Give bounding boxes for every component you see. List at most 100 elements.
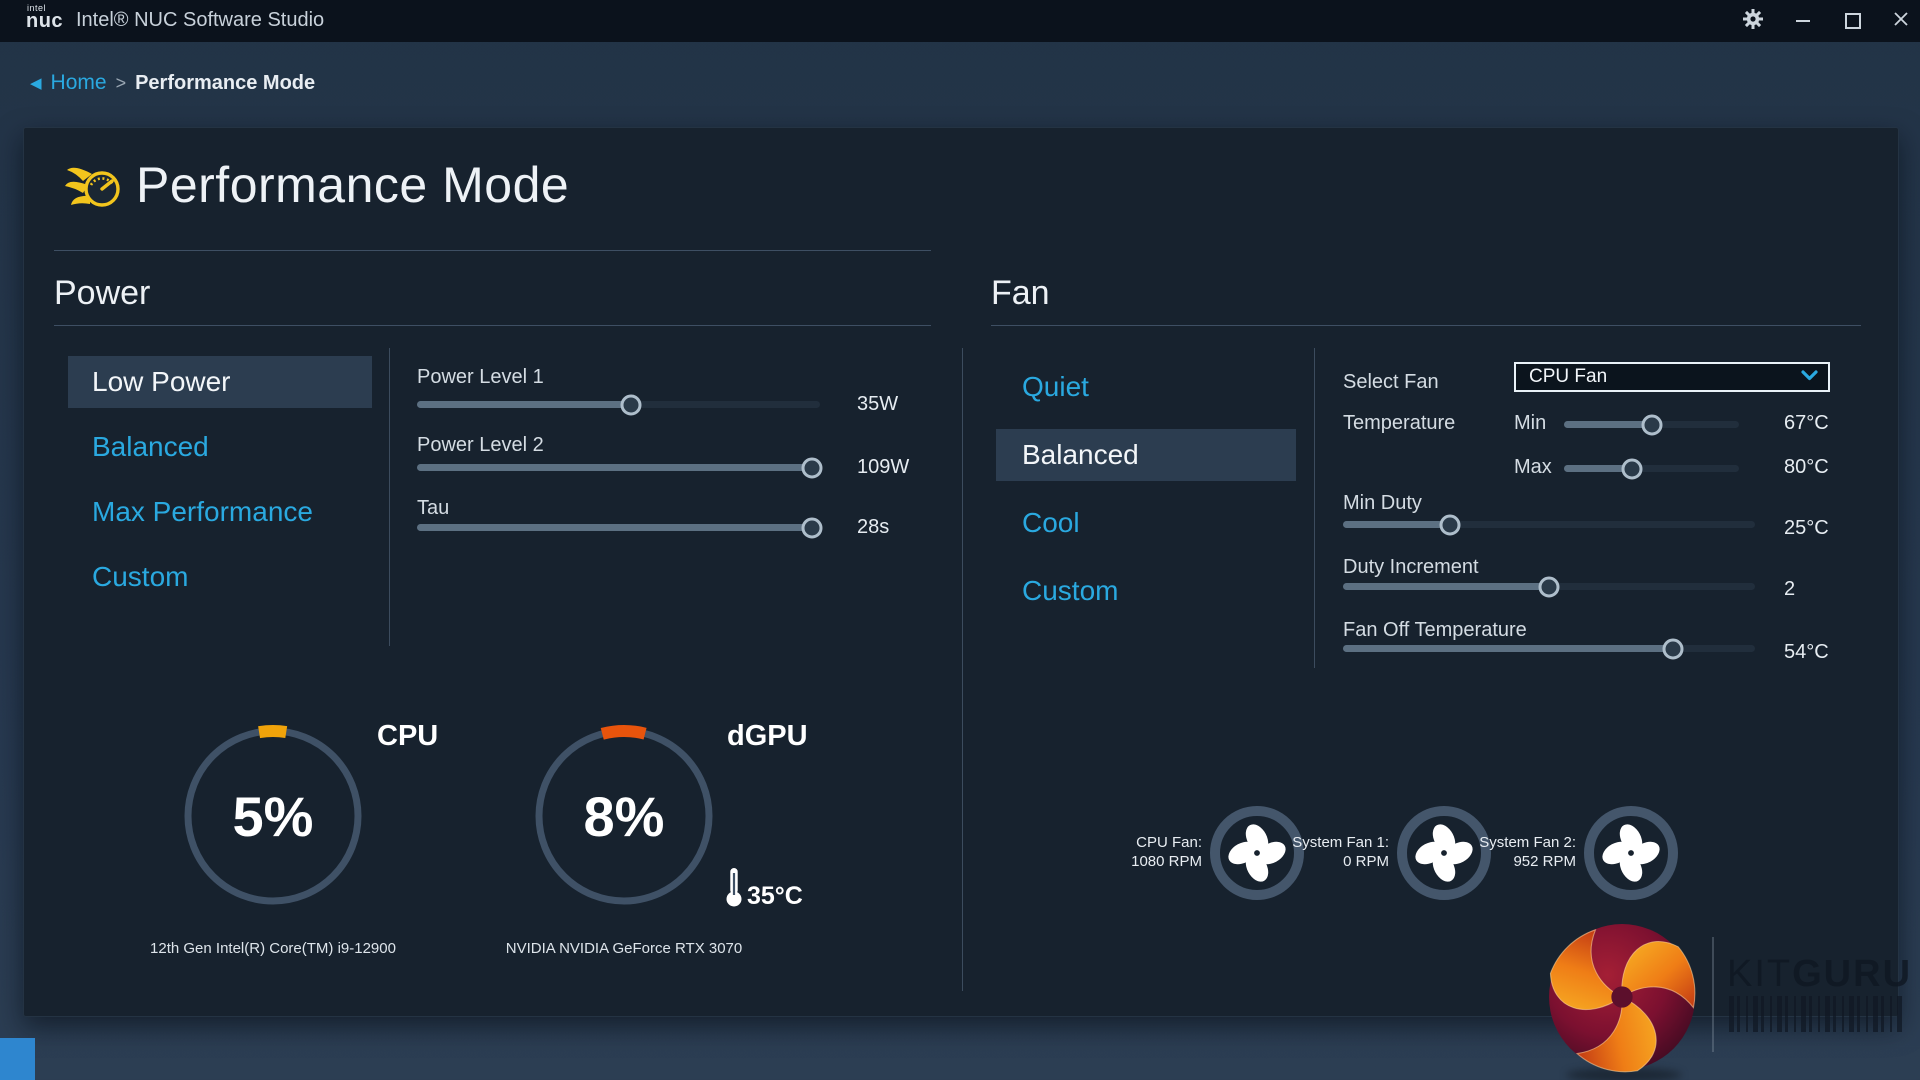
system-fan-2-rpm-label: System Fan 2: 952 RPM [1446,833,1576,871]
tau-value: 28s [857,516,889,539]
slider-fill [1343,583,1549,590]
power-fan-divider [962,348,963,991]
settings-button[interactable] [1736,0,1770,42]
app-title: Intel® NUC Software Studio [76,9,324,32]
temp-min-label: Min [1514,412,1546,435]
breadcrumb-home-link[interactable]: Home [51,71,107,95]
nuc-logo-text: nuc [26,11,63,31]
slider-thumb[interactable] [620,394,641,415]
mode-label: Balanced [1022,439,1139,471]
slider-thumb[interactable] [801,517,822,538]
system-fan-1-rpm-label: System Fan 1: 0 RPM [1259,833,1389,871]
fan-rpm: 952 RPM [1446,852,1576,871]
dgpu-temperature-value: 35°C [747,884,803,909]
thermometer-icon [724,866,744,913]
min-duty-value: 25°C [1784,517,1829,540]
minimize-button[interactable] [1786,0,1820,42]
power-mode-low-power[interactable]: Low Power [68,356,372,408]
slider-thumb[interactable] [801,457,822,478]
slider-thumb[interactable] [1440,514,1461,535]
title-bar: intel nuc Intel® NUC Software Studio [0,0,1920,42]
power-level-1-slider[interactable] [417,401,820,408]
chevron-down-icon [1801,368,1818,386]
min-duty-label: Min Duty [1343,492,1422,515]
kitguru-wordmark: KITGURU [1727,953,1912,996]
cpu-caption: 12th Gen Intel(R) Core(TM) i9-12900 [113,940,433,957]
dgpu-usage-gauge: 8% [532,724,716,908]
power-level-1-label: Power Level 1 [417,366,544,389]
kitguru-kit-text: KIT [1727,953,1792,995]
breadcrumb: ◀ Home > Performance Mode [30,71,315,95]
select-fan-dropdown[interactable]: CPU Fan [1514,362,1830,392]
fan-off-temperature-label: Fan Off Temperature [1343,619,1527,642]
min-duty-slider[interactable] [1343,521,1755,528]
power-level-1-value: 35W [857,393,898,416]
slider-fill [417,524,812,531]
power-mode-balanced[interactable]: Balanced [68,421,372,473]
slider-thumb[interactable] [1662,638,1683,659]
slider-thumb[interactable] [1539,576,1560,597]
dgpu-gauge-label: dGPU [727,720,808,753]
temp-max-label: Max [1514,456,1552,479]
power-heading-divider [54,325,931,326]
watermark-divider [1712,937,1714,1052]
fan-column-divider [1314,348,1315,668]
back-arrow-icon[interactable]: ◀ [30,74,42,92]
slider-fill [1564,421,1652,428]
fan-mode-balanced[interactable]: Balanced [996,429,1296,481]
fan-icon [1602,824,1660,882]
dgpu-temperature: 35°C [724,866,803,913]
fan-off-temperature-value: 54°C [1784,641,1829,664]
power-level-2-value: 109W [857,456,909,479]
minimize-icon [1796,20,1810,22]
tau-label: Tau [417,497,449,520]
cpu-fan-rpm-label: CPU Fan: 1080 RPM [1072,833,1202,871]
cpu-usage-value: 5% [181,724,365,908]
title-divider [54,250,931,251]
select-fan-label: Select Fan [1343,371,1439,394]
fan-name: System Fan 2: [1446,833,1576,852]
slider-thumb[interactable] [1622,458,1643,479]
temperature-label: Temperature [1343,412,1455,435]
duty-increment-slider[interactable] [1343,583,1755,590]
fan-section-heading: Fan [991,274,1050,313]
temp-min-slider[interactable] [1564,421,1739,428]
background-window-fragment [0,1038,35,1080]
temp-max-slider[interactable] [1564,465,1739,472]
slider-thumb[interactable] [1641,414,1662,435]
fan-heading-divider [991,325,1861,326]
intel-nuc-logo: intel nuc [26,4,63,31]
slider-fill [1343,645,1673,652]
kitguru-logo-icon [1546,921,1698,1078]
performance-mode-panel: Performance Mode Power Low Power Balance… [23,127,1899,1017]
fan-rpm: 1080 RPM [1072,852,1202,871]
duty-increment-value: 2 [1784,578,1795,601]
fan-mode-cool[interactable]: Cool [996,497,1296,549]
slider-fill [1343,521,1450,528]
dgpu-caption: NVIDIA NVIDIA GeForce RTX 3070 [464,940,784,957]
temp-min-value: 67°C [1784,412,1829,435]
dgpu-usage-value: 8% [532,724,716,908]
performance-mode-icon [64,162,124,225]
kitguru-guru-text: GURU [1792,953,1912,995]
close-icon [1894,12,1908,31]
tau-slider[interactable] [417,524,820,531]
fan-mode-quiet[interactable]: Quiet [996,361,1296,413]
close-button[interactable] [1884,0,1918,42]
fan-mode-custom[interactable]: Custom [996,565,1296,617]
barcode-graphic [1729,996,1905,1032]
power-level-2-label: Power Level 2 [417,434,544,457]
selected-fan-value: CPU Fan [1529,366,1607,388]
breadcrumb-separator: > [116,73,127,94]
fan-off-temperature-slider[interactable] [1343,645,1755,652]
power-column-divider [389,348,390,646]
cpu-gauge-label: CPU [377,720,438,753]
duty-increment-label: Duty Increment [1343,556,1479,579]
power-mode-max-performance[interactable]: Max Performance [68,486,372,538]
maximize-button[interactable] [1836,0,1870,42]
power-level-2-slider[interactable] [417,464,820,471]
maximize-icon [1845,13,1861,29]
mode-label: Balanced [92,431,209,463]
breadcrumb-current: Performance Mode [135,72,315,95]
power-mode-custom[interactable]: Custom [68,551,372,603]
